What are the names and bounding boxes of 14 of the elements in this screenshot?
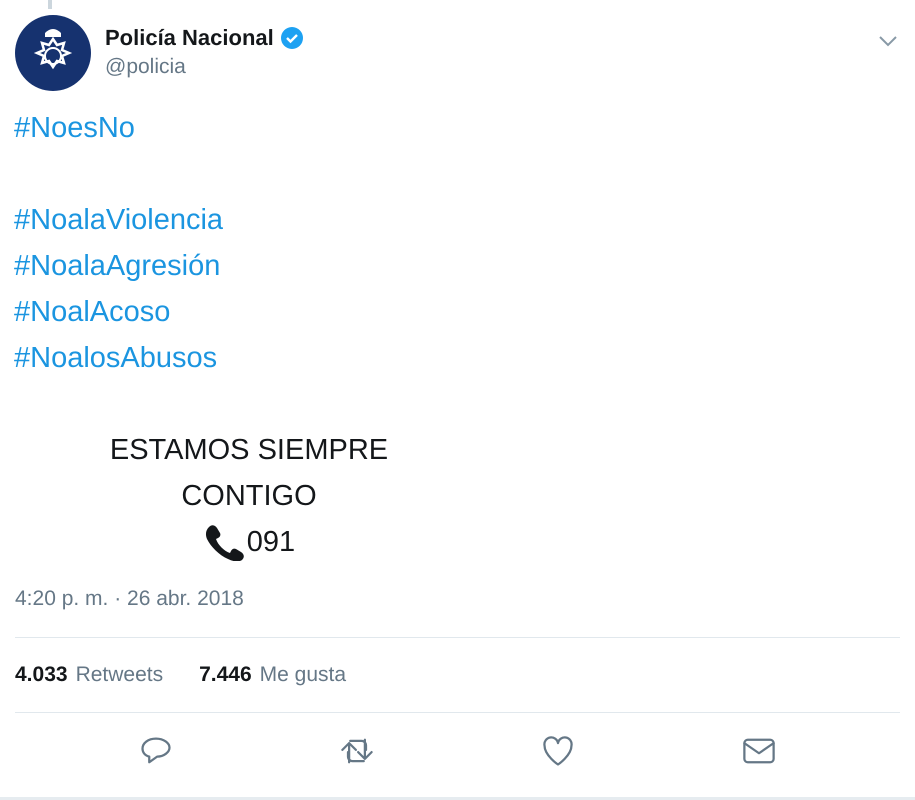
hashtag-link[interactable]: #NoesNo <box>14 105 135 151</box>
stat-count[interactable]: 4.033 Retweets <box>15 663 164 687</box>
account-handle[interactable]: @policia <box>105 55 304 79</box>
hashtag-link[interactable]: #NoalaViolencia <box>14 197 224 243</box>
account-name[interactable]: Policía Nacional <box>105 25 274 51</box>
phone-number: 091 <box>246 525 296 560</box>
tweet-text-line: CONTIGO <box>181 479 317 514</box>
hashtag-link[interactable]: #NoalAcoso <box>14 289 170 335</box>
hashtag-link[interactable]: #NoalaAgresión <box>14 243 220 289</box>
tweet-text-line: ESTAMOS SIEMPRE <box>110 433 388 468</box>
hashtag-link[interactable]: #NoalosAbusos <box>14 335 218 381</box>
stat-count[interactable]: 7.446 Me gusta <box>199 663 346 687</box>
tweet-timestamp: 4:20 p. m. · 26 abr. 2018 <box>14 586 245 611</box>
avatar-emblem-icon[interactable] <box>15 15 91 91</box>
